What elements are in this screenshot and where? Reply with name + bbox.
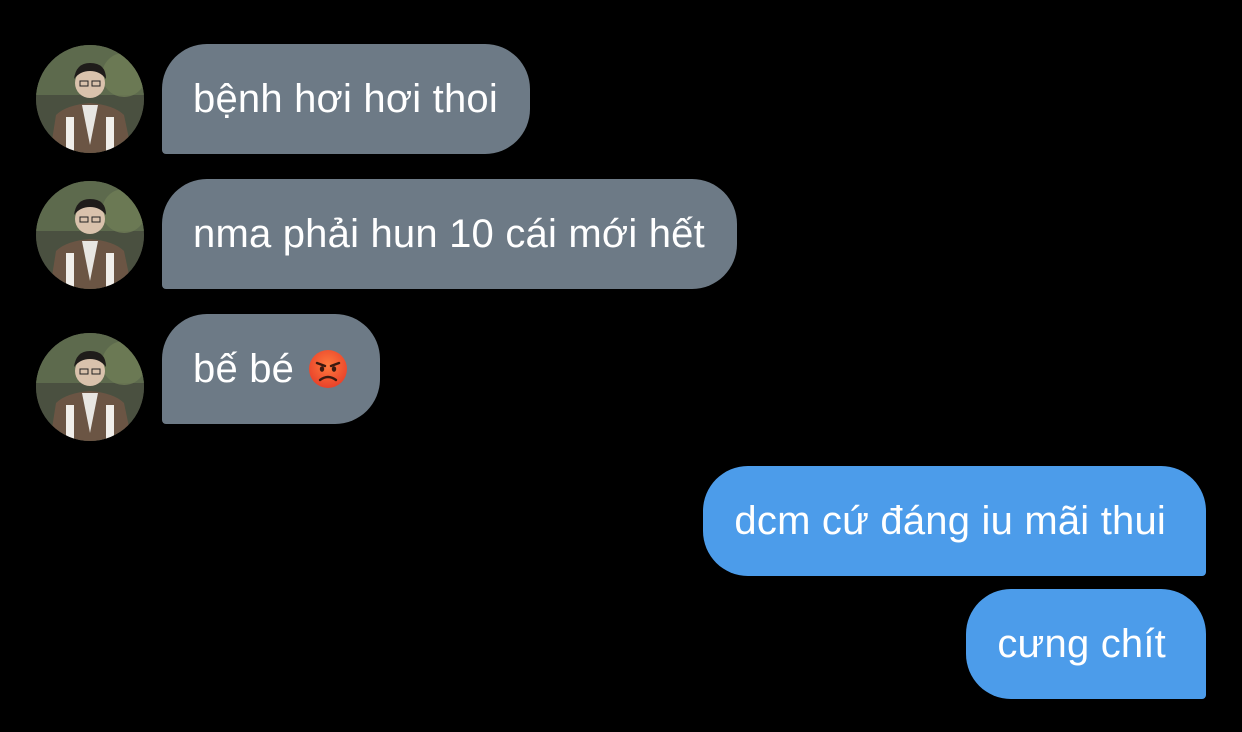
- message-text: nma phải hun 10 cái mới hết: [193, 211, 705, 256]
- outgoing-message[interactable]: cưng chít: [966, 589, 1206, 699]
- outgoing-message[interactable]: dcm cứ đáng iu mãi thui: [703, 466, 1206, 576]
- incoming-message[interactable]: bế bé: [162, 314, 381, 424]
- contact-avatar[interactable]: [36, 181, 144, 289]
- avatar-photo: [36, 181, 144, 289]
- angry-face-icon: [308, 349, 348, 389]
- message-text: cưng chít: [997, 621, 1166, 666]
- incoming-message[interactable]: bệnh hơi hơi thoi: [162, 44, 530, 154]
- incoming-message[interactable]: nma phải hun 10 cái mới hết: [162, 179, 737, 289]
- avatar-photo: [36, 333, 144, 441]
- contact-avatar[interactable]: [36, 333, 144, 441]
- message-text: dcm cứ đáng iu mãi thui: [734, 498, 1166, 543]
- message-text: bế bé: [193, 346, 295, 391]
- message-text: bệnh hơi hơi thoi: [193, 76, 498, 121]
- contact-avatar[interactable]: [36, 45, 144, 153]
- avatar-photo: [36, 45, 144, 153]
- chat-thread: bệnh hơi hơi thoi nma phải hun 10 cái mớ…: [0, 0, 1242, 732]
